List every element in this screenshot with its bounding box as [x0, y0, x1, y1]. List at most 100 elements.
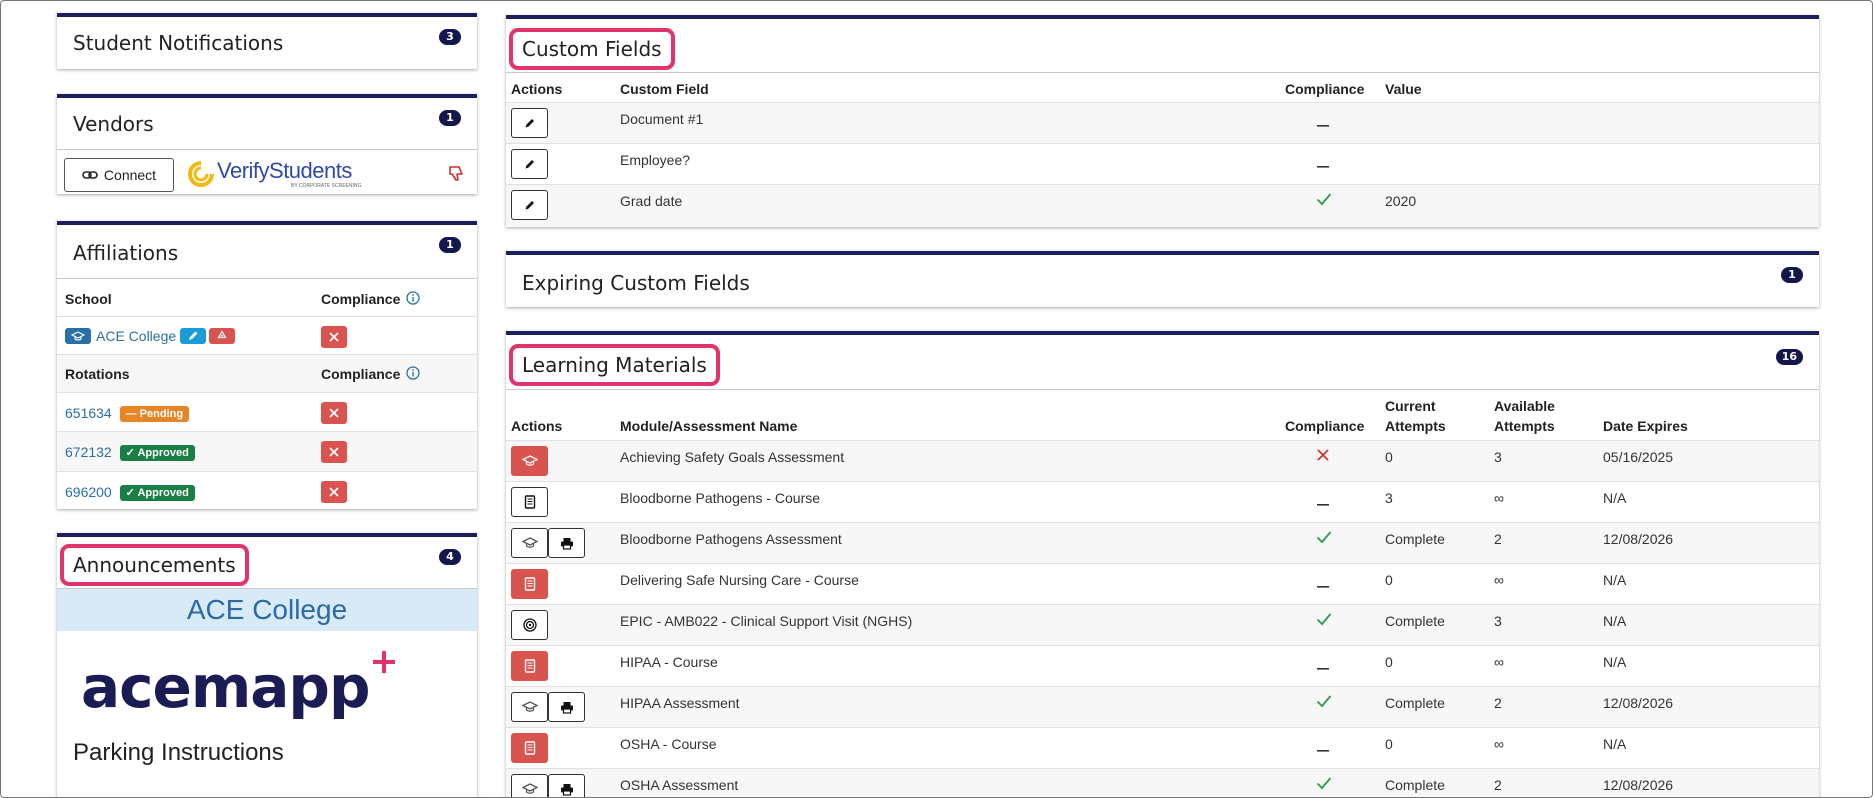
table-row: OSHA Assessment Complete 2 12/08/2026: [506, 769, 1819, 797]
edit-school-icon[interactable]: [180, 328, 206, 344]
edit-button[interactable]: [511, 190, 548, 220]
plus-icon: [373, 651, 395, 673]
launch-assessment-button[interactable]: [511, 774, 548, 797]
date-expires: N/A: [1603, 736, 1627, 752]
actions-header: Actions: [511, 81, 563, 97]
count-badge: 1: [439, 110, 461, 126]
panel-header: Learning Materials 16: [506, 335, 1819, 390]
announcements-panel: Announcements 4 ACE College acemapp Park…: [57, 533, 477, 797]
open-course-button[interactable]: [511, 733, 548, 763]
school-cap-icon: [65, 328, 91, 344]
panel-header: Expiring Custom Fields 1: [506, 255, 1819, 307]
expiring-custom-fields-panel[interactable]: Expiring Custom Fields 1: [506, 251, 1819, 307]
edit-button[interactable]: [511, 149, 548, 179]
recycle-icon[interactable]: [209, 328, 235, 344]
school-link[interactable]: ACE College: [96, 328, 176, 344]
date-expires: 12/08/2026: [1603, 695, 1674, 711]
rotation-link[interactable]: 696200: [65, 484, 112, 500]
info-icon[interactable]: [406, 366, 420, 380]
compliance-header: Compliance: [1285, 418, 1365, 434]
noncompliant-x-icon: [321, 481, 347, 503]
available-attempts: 2: [1494, 695, 1502, 711]
vendors-panel: Vendors 1 Connect VerifyStudents BY CORP…: [57, 94, 477, 194]
current-attempts: Complete: [1385, 531, 1445, 547]
module-name-header: Module/Assessment Name: [620, 418, 798, 434]
compliant-check-icon: [1316, 612, 1332, 630]
vendor-tagline: BY CORPORATE SCREENING: [291, 183, 362, 189]
current-attempts: 0: [1385, 572, 1393, 588]
noncompliant-x-icon: [321, 402, 347, 424]
panel-header: Affiliations 1: [57, 225, 477, 279]
info-icon[interactable]: [406, 291, 420, 305]
table-row: Achieving Safety Goals Assessment 0 3 05/16…: [506, 441, 1819, 482]
affiliations-panel: Affiliations 1 School Compliance ACE Col…: [57, 221, 477, 509]
table-row: OSHA - Course 0 ∞ N/A: [506, 728, 1819, 769]
rotations-header-row: Rotations Compliance: [57, 355, 477, 393]
compliance-header: Compliance: [1285, 81, 1365, 97]
custom-field-name: Grad date: [620, 193, 683, 209]
table-row: Employee?: [506, 144, 1819, 185]
module-name: Delivering Safe Nursing Care - Course: [620, 572, 859, 588]
edit-button[interactable]: [511, 108, 548, 138]
date-expires: N/A: [1603, 654, 1627, 670]
available-attempts: ∞: [1494, 572, 1504, 588]
thumbs-down-icon[interactable]: [447, 165, 465, 183]
student-notifications-panel[interactable]: Student Notifications 3: [57, 13, 477, 69]
date-expires: 12/08/2026: [1603, 531, 1674, 547]
module-name: Achieving Safety Goals Assessment: [620, 449, 845, 465]
panel-title: Affiliations: [73, 241, 179, 265]
connect-label: Connect: [103, 167, 157, 183]
current-attempts: 3: [1385, 490, 1393, 506]
panel-title: Expiring Custom Fields: [522, 271, 750, 295]
noncompliant-x-icon: [1316, 448, 1330, 466]
date-expires-header: Date Expires: [1603, 418, 1688, 434]
connect-button[interactable]: Connect: [64, 158, 174, 192]
open-course-button[interactable]: [511, 569, 548, 599]
panel-title: Vendors: [73, 112, 154, 136]
date-expires: N/A: [1603, 613, 1627, 629]
module-name: HIPAA Assessment: [620, 695, 740, 711]
table-row: Delivering Safe Nursing Care - Course 0 ∞ N…: [506, 564, 1819, 605]
panel-title: Learning Materials: [509, 344, 720, 386]
learning-materials-rows: Achieving Safety Goals Assessment 0 3 05/16…: [506, 441, 1819, 797]
print-button[interactable]: [548, 692, 585, 722]
count-badge: 4: [439, 549, 461, 565]
status-badge: ✓ Approved: [119, 445, 195, 462]
module-name: OSHA Assessment: [620, 777, 739, 793]
panel-title: Custom Fields: [509, 28, 675, 70]
link-icon: [82, 171, 98, 179]
current-attempts: 0: [1385, 736, 1393, 752]
launch-assessment-button[interactable]: [511, 692, 548, 722]
print-button[interactable]: [548, 774, 585, 797]
school-header: School: [65, 291, 112, 307]
panel-header: Custom Fields: [506, 19, 1819, 73]
date-expires: 05/16/2025: [1603, 449, 1674, 465]
rotation-link[interactable]: 672132: [65, 444, 112, 460]
clinical-visit-button[interactable]: [511, 610, 548, 640]
open-course-button[interactable]: [511, 651, 548, 681]
table-row: Bloodborne Pathogens - Course 3 ∞ N/A: [506, 482, 1819, 523]
compliant-check-icon: [1316, 530, 1332, 548]
logo-mark-icon: [188, 161, 214, 187]
table-row: HIPAA - Course 0 ∞ N/A: [506, 646, 1819, 687]
available-attempts: 2: [1494, 777, 1502, 793]
compliance-header: Compliance: [321, 291, 401, 307]
table-row: Document #1: [506, 103, 1819, 144]
current-attempts-header-1: Current: [1385, 398, 1436, 414]
launch-assessment-button[interactable]: [511, 528, 548, 558]
current-attempts-header-2: Attempts: [1385, 418, 1446, 434]
vendor-name: VerifyStudents: [217, 158, 352, 183]
open-course-button[interactable]: [511, 487, 548, 517]
print-button[interactable]: [548, 528, 585, 558]
rotation-link[interactable]: 651634: [65, 405, 112, 421]
date-expires: N/A: [1603, 572, 1627, 588]
current-attempts: Complete: [1385, 613, 1445, 629]
compliant-check-icon: [1316, 694, 1332, 712]
launch-assessment-button[interactable]: [511, 446, 548, 476]
table-row: HIPAA Assessment Complete 2 12/08/2026: [506, 687, 1819, 728]
not-required-dash-icon: [1316, 115, 1330, 132]
learning-materials-panel: Learning Materials 16 Actions Module/Ass…: [506, 331, 1819, 797]
date-expires: N/A: [1603, 490, 1627, 506]
value-header: Value: [1385, 81, 1422, 97]
table-header-row: Actions Module/Assessment Name Complianc…: [506, 390, 1819, 441]
